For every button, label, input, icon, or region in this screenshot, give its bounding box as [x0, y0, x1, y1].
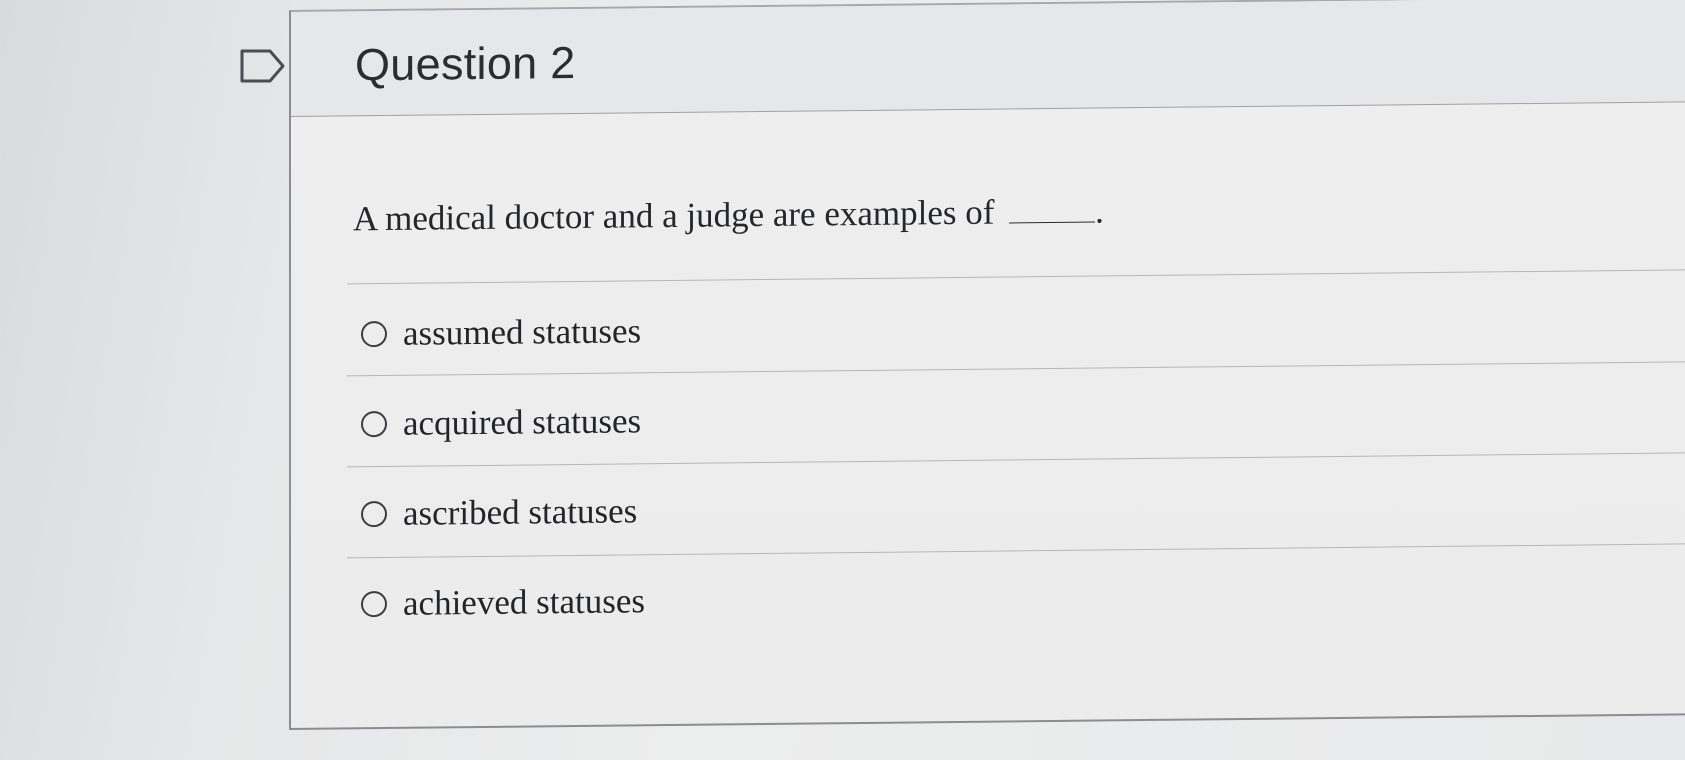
option-label: ascribed statuses	[403, 491, 638, 533]
divider	[347, 361, 1685, 377]
option-assumed-statuses[interactable]: assumed statuses	[361, 306, 641, 359]
divider	[347, 543, 1685, 559]
radio-button-icon[interactable]	[361, 410, 387, 438]
option-label: acquired statuses	[403, 401, 642, 443]
radio-button-icon[interactable]	[361, 500, 387, 528]
option-label: achieved statuses	[403, 581, 645, 623]
radio-button-icon[interactable]	[361, 590, 387, 618]
option-acquired-statuses[interactable]: acquired statuses	[361, 396, 641, 449]
flag-question-icon[interactable]	[238, 48, 286, 84]
question-header: Question 2	[291, 0, 1685, 117]
question-card: Question 2 A medical doctor and a judge …	[289, 0, 1685, 730]
option-achieved-statuses[interactable]: achieved statuses	[361, 576, 645, 629]
option-ascribed-statuses[interactable]: ascribed statuses	[361, 486, 637, 539]
radio-button-icon[interactable]	[361, 320, 387, 348]
divider	[347, 269, 1685, 285]
question-prompt-text: A medical doctor and a judge are example…	[353, 192, 995, 239]
question-prompt: A medical doctor and a judge are example…	[353, 191, 1104, 239]
answer-blank	[1009, 221, 1096, 224]
question-prompt-end: .	[1095, 191, 1104, 231]
divider	[347, 452, 1685, 468]
question-title: Question 2	[355, 36, 576, 91]
option-label: assumed statuses	[403, 311, 642, 353]
